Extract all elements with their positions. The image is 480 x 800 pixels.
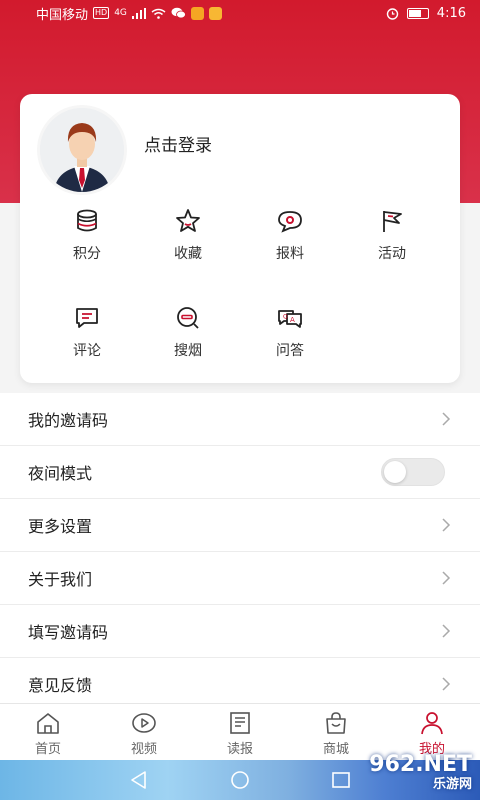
carrier-name: 中国移动 <box>36 7 89 23</box>
menu-item-label: 意见反馈 <box>28 676 93 695</box>
profile-card: 点击登录 积分 收藏 报料 活动 评论 搜烟 A Q 问答 <box>20 94 460 383</box>
signal-icon <box>131 7 146 19</box>
tab-label: 读报 <box>226 742 253 757</box>
video-app-icon <box>190 6 204 20</box>
wifi-icon <box>151 8 166 19</box>
svg-text:A: A <box>290 316 295 324</box>
menu-item-enter-invite-code[interactable]: 填写邀请码 <box>0 605 480 658</box>
menu-item-label: 填写邀请码 <box>28 623 109 642</box>
user-icon <box>421 712 443 735</box>
quick-action-report[interactable]: 报料 <box>250 208 330 263</box>
back-icon[interactable] <box>128 770 150 790</box>
login-prompt[interactable]: 点击登录 <box>144 131 212 156</box>
quick-action-favorites[interactable]: 收藏 <box>148 208 228 263</box>
qa-icon: A Q <box>278 310 302 328</box>
chevron-right-icon <box>442 412 451 426</box>
menu-item-label: 我的邀请码 <box>28 411 109 430</box>
quick-action-label: 搜烟 <box>174 343 202 359</box>
tab-label: 首页 <box>34 742 61 757</box>
menu-item-more-settings[interactable]: 更多设置 <box>0 499 480 552</box>
chevron-right-icon <box>442 571 451 585</box>
shopping-bag-icon <box>326 712 346 734</box>
database-icon <box>77 209 97 232</box>
tab-newspaper[interactable]: 读报 <box>192 704 288 760</box>
alarm-icon <box>386 7 398 20</box>
menu-item-label: 关于我们 <box>28 570 93 589</box>
chevron-right-icon <box>442 518 451 532</box>
watermark-logo: 962.NET 乐游网 <box>369 752 472 792</box>
chevron-right-icon <box>442 624 451 638</box>
message-app-icon <box>208 6 222 20</box>
quick-action-label: 报料 <box>276 246 304 262</box>
recents-icon[interactable] <box>330 770 352 790</box>
svg-text:Q: Q <box>283 314 288 321</box>
hd-badge: HD <box>93 7 110 19</box>
avatar-icon <box>40 108 124 192</box>
menu-item-about-us[interactable]: 关于我们 <box>0 552 480 605</box>
tab-home[interactable]: 首页 <box>0 704 96 760</box>
signal-type: 4G <box>114 8 127 18</box>
settings-list: 我的邀请码 夜间模式 更多设置 关于我们 填写邀请码 意见反馈 <box>0 393 480 711</box>
search-cigarette-icon <box>177 307 199 329</box>
quick-action-search-cigarette[interactable]: 搜烟 <box>148 305 228 360</box>
video-icon <box>132 713 156 733</box>
quick-action-label: 积分 <box>73 246 101 262</box>
quick-action-label: 收藏 <box>174 246 202 262</box>
menu-item-my-invite-code[interactable]: 我的邀请码 <box>0 393 480 446</box>
quick-action-label: 活动 <box>378 246 406 262</box>
newspaper-icon <box>230 712 250 734</box>
night-mode-toggle[interactable] <box>381 458 445 486</box>
menu-item-label: 更多设置 <box>28 517 93 536</box>
menu-item-label: 夜间模式 <box>28 464 93 483</box>
quick-action-comments[interactable]: 评论 <box>47 305 127 360</box>
clock: 4:16 <box>436 5 466 21</box>
avatar[interactable] <box>40 108 124 192</box>
chevron-right-icon <box>442 677 451 691</box>
quick-action-label: 问答 <box>276 343 304 359</box>
quick-action-label: 评论 <box>73 343 101 359</box>
comment-icon <box>76 308 98 328</box>
flag-icon <box>383 211 402 232</box>
star-icon <box>176 209 200 232</box>
status-bar: 中国移动 HD 4G 4:16 <box>0 0 480 26</box>
quick-action-events[interactable]: 活动 <box>352 208 432 263</box>
wechat-icon <box>171 7 186 19</box>
tab-video[interactable]: 视频 <box>96 704 192 760</box>
quick-action-points[interactable]: 积分 <box>47 208 127 263</box>
home-nav-icon[interactable] <box>229 770 251 790</box>
tab-label: 视频 <box>130 742 157 757</box>
quick-action-qa[interactable]: A Q 问答 <box>250 305 330 360</box>
chat-eye-icon <box>278 211 302 233</box>
menu-item-night-mode: 夜间模式 <box>0 446 480 499</box>
battery-icon <box>406 7 429 19</box>
home-icon <box>37 713 59 734</box>
